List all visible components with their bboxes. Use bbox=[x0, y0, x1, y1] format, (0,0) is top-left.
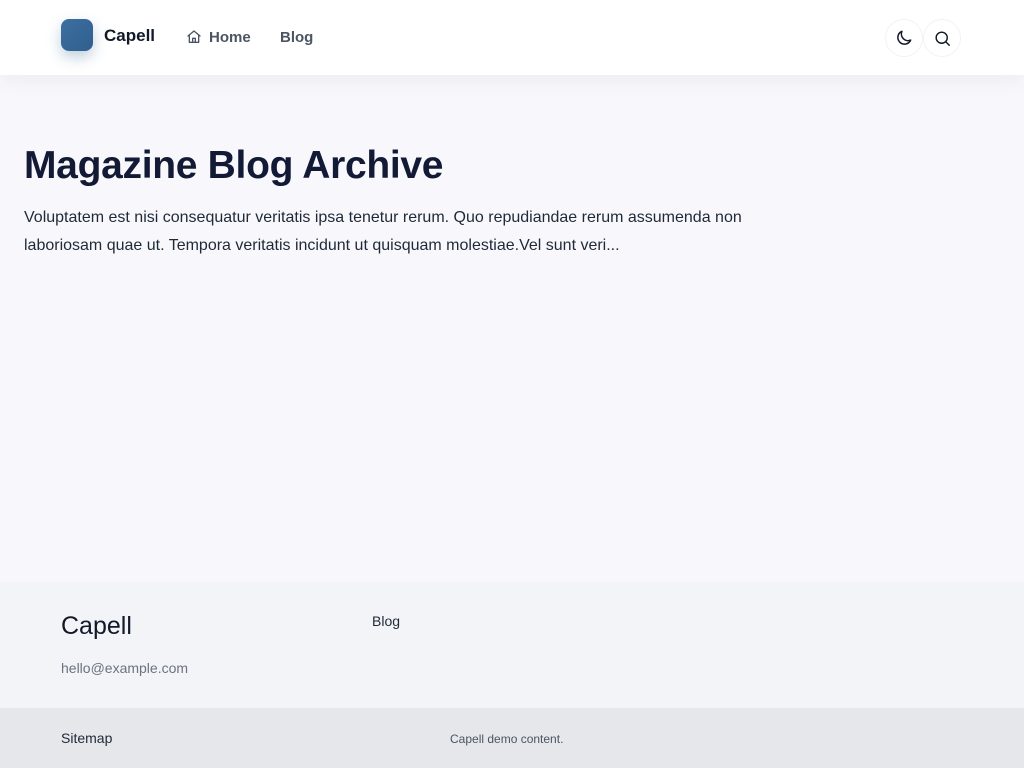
search-button[interactable] bbox=[923, 19, 961, 57]
nav-home-link[interactable]: Home bbox=[186, 27, 251, 47]
footer-link-blog[interactable]: Blog bbox=[372, 613, 400, 629]
nav-blog-link[interactable]: Blog bbox=[280, 27, 313, 47]
theme-toggle-button[interactable] bbox=[885, 19, 923, 57]
footer-brand: Capell bbox=[61, 612, 132, 640]
moon-icon bbox=[894, 28, 914, 48]
site-header: Capell Home Blog bbox=[0, 0, 1024, 75]
copyright-text: Capell demo content. bbox=[450, 732, 564, 746]
footer-email[interactable]: hello@example.com bbox=[61, 660, 188, 676]
site-footer: Capell hello@example.com Blog bbox=[0, 582, 1024, 708]
page-title: Magazine Blog Archive bbox=[24, 144, 444, 187]
logo-icon[interactable] bbox=[61, 19, 93, 51]
sitemap-link[interactable]: Sitemap bbox=[61, 730, 112, 746]
nav-home-label: Home bbox=[209, 28, 251, 46]
footer-bottom-bar: Sitemap Capell demo content. bbox=[0, 708, 1024, 768]
page-description: Voluptatem est nisi consequatur veritati… bbox=[24, 209, 742, 254]
search-icon bbox=[933, 29, 952, 48]
brand-name[interactable]: Capell bbox=[104, 26, 155, 46]
home-icon bbox=[186, 29, 202, 45]
